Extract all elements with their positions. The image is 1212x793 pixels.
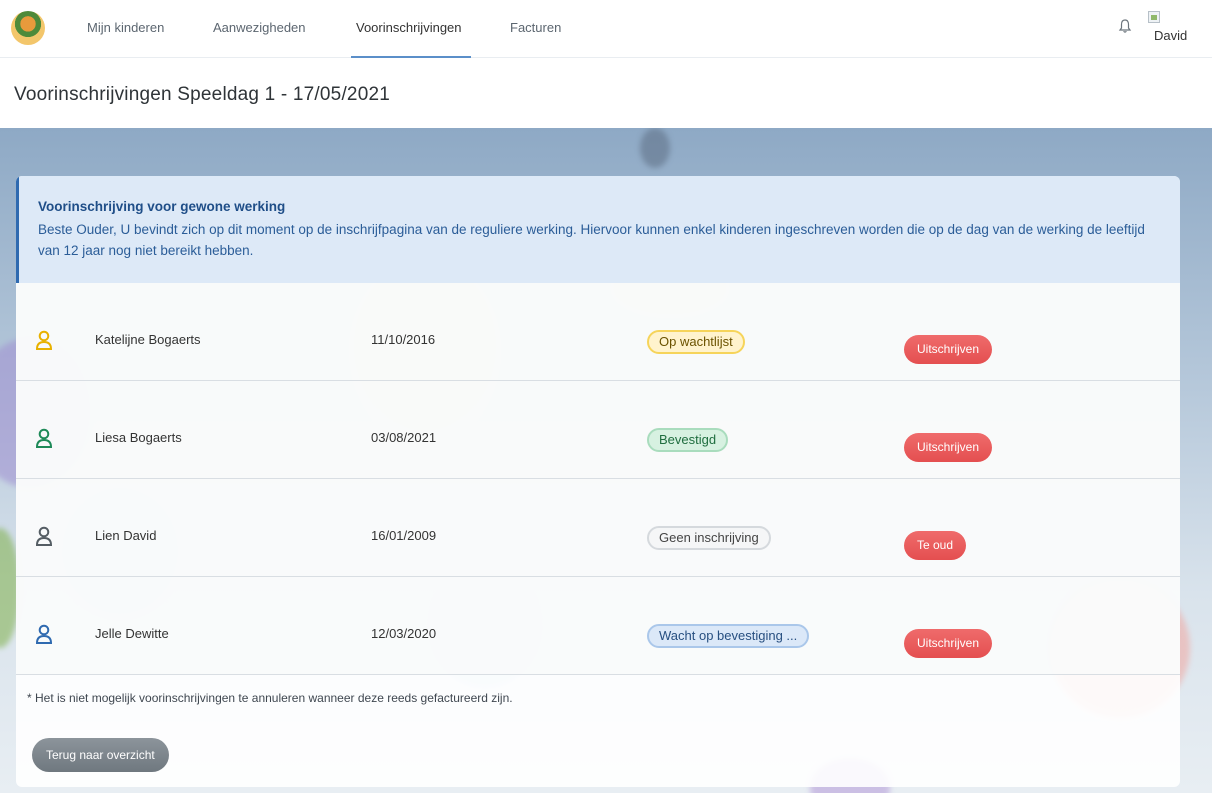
unregister-button[interactable]: Uitschrijven [904, 629, 993, 658]
page-title: Voorinschrijvingen Speeldag 1 - 17/05/20… [14, 84, 390, 105]
child-row: Lien David 16/01/2009 Geen inschrijving … [16, 479, 1180, 577]
unregister-button[interactable]: Uitschrijven [904, 335, 993, 364]
person-icon [35, 624, 53, 644]
child-birthdate: 03/08/2021 [371, 430, 437, 445]
nav-item-aanwezigheden[interactable]: Aanwezigheden [213, 20, 306, 35]
bell-icon[interactable] [1118, 18, 1132, 34]
unregister-button[interactable]: Uitschrijven [904, 433, 993, 462]
active-tab-indicator [351, 56, 471, 58]
alert-body: Beste Ouder, U bevindt zich op dit momen… [38, 222, 1145, 258]
child-name: Liesa Bogaerts [95, 430, 182, 445]
nav-item-mijn-kinderen[interactable]: Mijn kinderen [87, 20, 164, 35]
child-row: Liesa Bogaerts 03/08/2021 Bevestigd Uits… [16, 381, 1180, 479]
child-row: Katelijne Bogaerts 11/10/2016 Op wachtli… [16, 283, 1180, 381]
nav-item-voorinschrijvingen[interactable]: Voorinschrijvingen [356, 20, 462, 35]
status-badge: Wacht op bevestiging ... [647, 624, 810, 648]
alert-title: Voorinschrijving voor gewone werking [38, 199, 286, 214]
person-icon [35, 428, 53, 448]
avatar-alt-text: David [1154, 28, 1188, 43]
child-birthdate: 16/01/2009 [371, 528, 437, 543]
broken-image-icon [1148, 11, 1160, 23]
status-badge: Geen inschrijving [647, 526, 771, 550]
nav-item-facturen[interactable]: Facturen [510, 20, 561, 35]
user-avatar[interactable]: David [1146, 11, 1188, 45]
back-to-overview-button[interactable]: Terug naar overzicht [32, 738, 169, 772]
top-navigation: Mijn kinderen Aanwezigheden Voorinschrij… [0, 0, 1212, 58]
child-birthdate: 11/10/2016 [371, 332, 436, 347]
person-icon [35, 526, 53, 546]
person-icon [35, 330, 53, 350]
info-alert: Voorinschrijving voor gewone werking Bes… [16, 176, 1180, 283]
child-name: Jelle Dewitte [95, 626, 169, 641]
child-row: Jelle Dewitte 12/03/2020 Wacht op bevest… [16, 577, 1180, 675]
status-badge: Bevestigd [647, 428, 729, 452]
preregistration-card: Voorinschrijving voor gewone werking Bes… [16, 176, 1180, 787]
app-logo[interactable] [11, 11, 45, 45]
child-name: Katelijne Bogaerts [95, 332, 201, 347]
status-badge: Op wachtlijst [647, 330, 745, 354]
child-birthdate: 12/03/2020 [371, 626, 437, 641]
too-old-button[interactable]: Te oud [904, 531, 967, 560]
child-name: Lien David [95, 528, 157, 543]
cancellation-footnote: * Het is niet mogelijk voorinschrijvinge… [27, 691, 513, 705]
